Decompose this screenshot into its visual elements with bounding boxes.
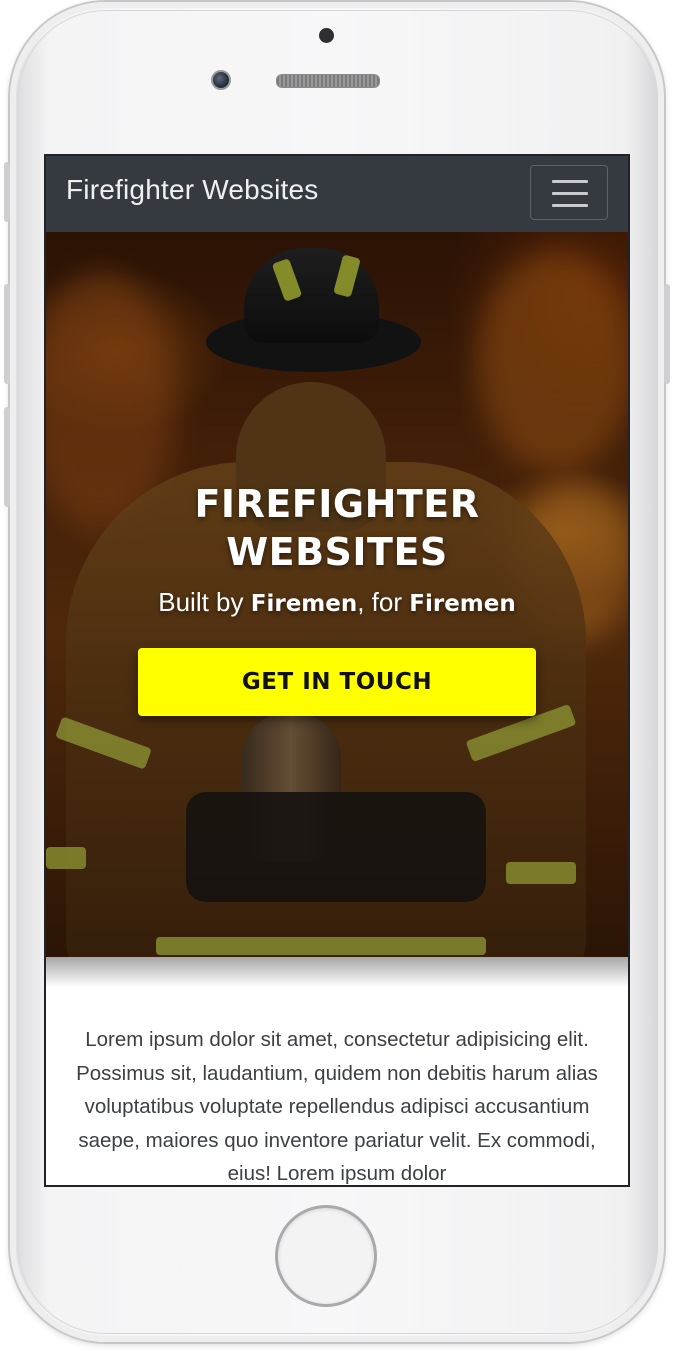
mute-switch	[4, 162, 10, 222]
get-in-touch-button[interactable]: GET IN TOUCH	[138, 648, 536, 716]
hero-section: FIREFIGHTER WEBSITES Built by Firemen, f…	[46, 232, 628, 957]
hamburger-menu-icon-line	[552, 204, 588, 207]
volume-down-button	[4, 407, 10, 507]
hero-subtitle: Built by Firemen, for Firemen	[46, 587, 628, 618]
navbar-brand[interactable]: Firefighter Websites	[66, 174, 318, 206]
hamburger-menu-icon	[552, 180, 588, 183]
phone-screen: Firefighter Websites FIREFIGHTER WEBSITE…	[46, 156, 628, 1185]
hero-subtitle-bold-1: Firemen	[250, 591, 358, 617]
power-button	[664, 284, 670, 384]
hero-bottom-shadow	[46, 957, 628, 987]
home-button[interactable]	[275, 1205, 377, 1307]
hamburger-menu-icon-line	[552, 192, 588, 195]
hero-title-line1: FIREFIGHTER	[194, 482, 480, 526]
intro-paragraph: Lorem ipsum dolor sit amet, consectetur …	[76, 1028, 598, 1185]
front-camera-icon	[211, 70, 231, 90]
earpiece-speaker	[276, 74, 380, 88]
hero-subtitle-prefix: Built by	[158, 587, 251, 617]
navbar: Firefighter Websites	[46, 156, 628, 232]
hero-title-line2: WEBSITES	[226, 530, 448, 574]
hero-subtitle-bold-2: Firemen	[409, 591, 516, 617]
hero-title: FIREFIGHTER WEBSITES	[46, 480, 628, 576]
navbar-toggler-button[interactable]	[530, 165, 608, 220]
proximity-sensor	[319, 28, 334, 43]
device-mockup: Firefighter Websites FIREFIGHTER WEBSITE…	[0, 0, 674, 1355]
hero-subtitle-middle: , for	[357, 587, 410, 617]
volume-up-button	[4, 284, 10, 384]
